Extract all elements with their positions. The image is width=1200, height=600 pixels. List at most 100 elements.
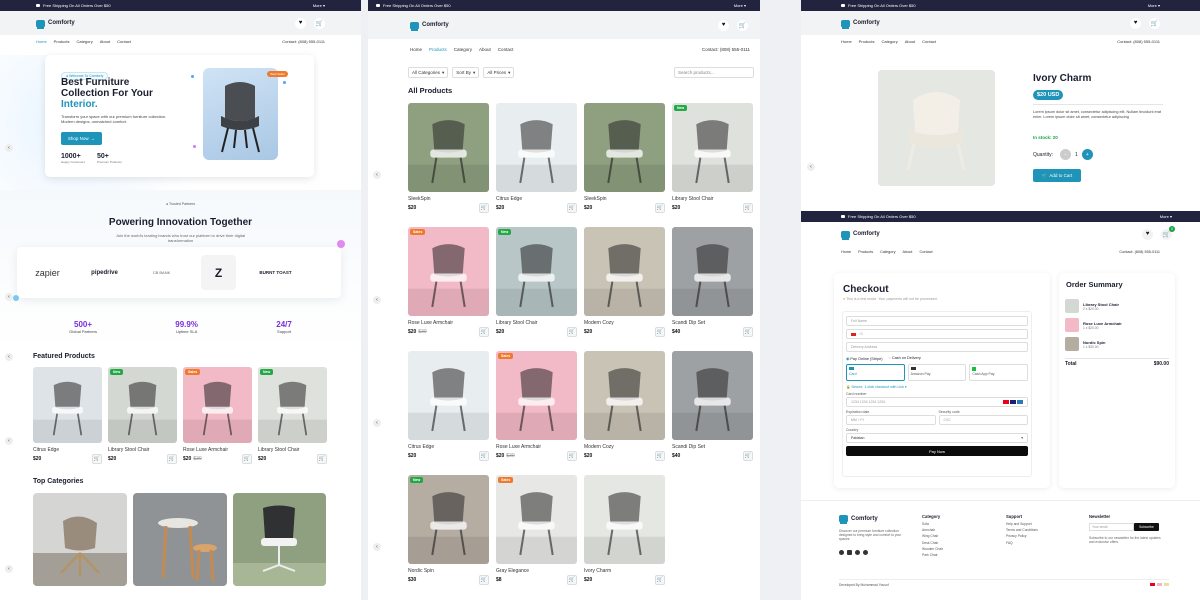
nav-category[interactable]: Category	[881, 39, 897, 44]
logo[interactable]: Comforty	[841, 230, 880, 240]
product-image[interactable]: New	[108, 367, 177, 443]
shop-now-button[interactable]: Shop Now →	[61, 132, 102, 145]
nav-contact[interactable]: Contact	[922, 39, 936, 44]
nav-contact[interactable]: Contact	[919, 250, 932, 254]
more-menu[interactable]: More ▾	[313, 3, 325, 8]
chevron-left-icon[interactable]: ‹	[5, 144, 13, 152]
add-to-cart-icon[interactable]: 🛒	[655, 203, 665, 213]
cart-icon[interactable]: 🛒	[737, 19, 748, 31]
subscribe-button[interactable]: Subscribe	[1134, 523, 1159, 531]
heart-icon[interactable]: ♥	[295, 17, 306, 29]
add-to-cart-icon[interactable]: 🛒	[167, 454, 177, 464]
address-field[interactable]: Delivery Address	[846, 342, 1028, 352]
method-card[interactable]: Card	[846, 364, 905, 381]
add-to-cart-icon[interactable]: 🛒	[479, 327, 489, 337]
category-card[interactable]	[233, 493, 326, 586]
twitter-icon[interactable]	[855, 550, 860, 555]
price-select[interactable]: All Prices ▾	[483, 67, 515, 78]
pay-online-radio[interactable]: ◉ Pay Online (Stripe)	[846, 356, 882, 361]
footer-link[interactable]: Wooden Chair	[922, 547, 992, 551]
product-image[interactable]	[584, 351, 665, 440]
nav-contact[interactable]: Contact	[498, 47, 514, 52]
full-name-field[interactable]: Full Name	[846, 316, 1028, 326]
product-image[interactable]: New	[496, 227, 577, 316]
cart-icon[interactable]: 🛒	[1149, 17, 1160, 29]
product-image[interactable]	[672, 227, 753, 316]
footer-link[interactable]: Park Chair	[922, 553, 992, 557]
product-image[interactable]	[584, 475, 665, 564]
nav-category[interactable]: Category	[454, 47, 472, 52]
quantity-stepper[interactable]: − 1 +	[1060, 149, 1093, 160]
product-card[interactable]: New Library Stool Chair $20 🛒	[672, 103, 753, 213]
facebook-icon[interactable]	[839, 550, 844, 555]
add-to-cart-button[interactable]: 🛒 Add to Cart	[1033, 169, 1081, 182]
product-card[interactable]: Sales Rose Luxe Armchair $20 $30 🛒	[183, 367, 252, 464]
product-card[interactable]: Sales Rose Luxe Armchair $20 $30 🛒	[408, 227, 489, 337]
github-icon[interactable]	[863, 550, 868, 555]
footer-link[interactable]: Desk Chair	[922, 541, 992, 545]
product-card[interactable]: Ivory Charm $20 🛒	[584, 475, 665, 585]
product-card[interactable]: Scandi Dip Set $40 🛒	[672, 227, 753, 337]
more-menu[interactable]: More ▾	[1148, 3, 1160, 8]
link-checkout[interactable]: 🔒 Secure, 1-click checkout with Link ▾	[846, 385, 1028, 389]
chevron-left-icon[interactable]: ‹	[5, 293, 13, 301]
add-to-cart-icon[interactable]: 🛒	[567, 327, 577, 337]
footer-link[interactable]: Wing Chair	[922, 534, 992, 538]
nav-products[interactable]: Products	[859, 39, 875, 44]
add-to-cart-icon[interactable]: 🛒	[743, 203, 753, 213]
nav-home[interactable]: Home	[841, 39, 852, 44]
product-card[interactable]: Citrus Edge $20 🛒	[408, 351, 489, 461]
product-image[interactable]: New	[672, 103, 753, 192]
linkedin-icon[interactable]	[847, 550, 852, 555]
footer-link[interactable]: Terms and Conditions	[1006, 528, 1076, 532]
more-menu[interactable]: More ▾	[734, 3, 746, 8]
chevron-left-icon[interactable]: ‹	[5, 353, 13, 361]
chevron-left-icon[interactable]: ‹	[373, 171, 381, 179]
add-to-cart-icon[interactable]: 🛒	[479, 451, 489, 461]
search-input[interactable]: Search products...	[674, 67, 754, 78]
product-card[interactable]: New Library Stool Chair $20 🛒	[258, 367, 327, 464]
nav-about[interactable]: About	[100, 39, 110, 44]
add-to-cart-icon[interactable]: 🛒	[567, 451, 577, 461]
card-number-field[interactable]: 1234 1234 1234 1234	[846, 397, 1028, 407]
cart-icon[interactable]: 🛒 0	[1161, 225, 1175, 240]
product-card[interactable]: SleekSpin $20 🛒	[584, 103, 665, 213]
logo[interactable]: Comforty	[841, 19, 880, 29]
heart-icon[interactable]: ♥	[1130, 17, 1141, 29]
product-image[interactable]	[408, 103, 489, 192]
chevron-left-icon[interactable]: ‹	[807, 163, 815, 171]
chevron-left-icon[interactable]: ‹	[373, 419, 381, 427]
add-to-cart-icon[interactable]: 🛒	[655, 327, 665, 337]
product-card[interactable]: Modern Cozy $20 🛒	[584, 227, 665, 337]
phone-field[interactable]: +1	[846, 329, 1028, 339]
nav-products[interactable]: Products	[858, 250, 873, 254]
product-card[interactable]: Citrus Edge $20 🛒	[33, 367, 102, 464]
product-card[interactable]: SleekSpin $20 🛒	[408, 103, 489, 213]
add-to-cart-icon[interactable]: 🛒	[743, 327, 753, 337]
product-image[interactable]	[408, 351, 489, 440]
cod-radio[interactable]: ○ Cash on Delivery	[888, 356, 920, 361]
add-to-cart-icon[interactable]: 🛒	[92, 454, 102, 464]
add-to-cart-icon[interactable]: 🛒	[567, 203, 577, 213]
logo[interactable]: Comforty	[36, 19, 75, 29]
product-image[interactable]	[584, 103, 665, 192]
product-image[interactable]	[496, 103, 577, 192]
footer-link[interactable]: FAQ	[1006, 541, 1076, 545]
product-image[interactable]: New	[408, 475, 489, 564]
category-card[interactable]	[33, 493, 127, 586]
sort-select[interactable]: Sort By ▾	[452, 67, 480, 78]
product-image[interactable]: Sales	[496, 475, 577, 564]
product-card[interactable]: Sales Gray Elegance $8 🛒	[496, 475, 577, 585]
category-card[interactable]	[133, 493, 227, 586]
product-image[interactable]: New	[258, 367, 327, 443]
footer-link[interactable]: Sofa	[922, 522, 992, 526]
logo[interactable]: Comforty	[410, 21, 449, 31]
nav-about[interactable]: About	[479, 47, 491, 52]
product-image[interactable]	[672, 351, 753, 440]
footer-link[interactable]: Armchair	[922, 528, 992, 532]
cvc-field[interactable]: CVC	[938, 415, 1028, 425]
category-select[interactable]: All Categories ▾	[408, 67, 449, 78]
cart-icon[interactable]: 🛒	[314, 17, 325, 29]
product-card[interactable]: New Library Stool Chair $20 🛒	[108, 367, 177, 464]
method-amazon[interactable]: Amazon Pay	[907, 364, 967, 381]
